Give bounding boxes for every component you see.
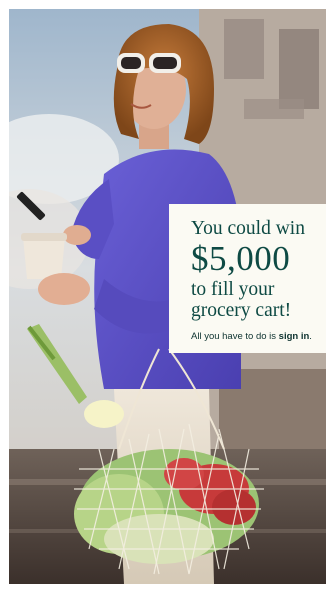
promo-text-panel: You could win $5,000 to fill your grocer… <box>169 204 326 353</box>
headline-line-1: You could win <box>191 218 305 239</box>
cta-prefix: All you have to do is <box>191 331 279 342</box>
promo-ad-banner[interactable]: You could win $5,000 to fill your grocer… <box>9 9 326 584</box>
cta-text: All you have to do is sign in. <box>191 331 317 343</box>
headline-line-3: grocery cart! <box>191 300 292 321</box>
prize-amount: $5,000 <box>191 239 291 278</box>
cta-suffix: . <box>309 331 312 342</box>
sign-in-link[interactable]: sign in <box>279 331 310 342</box>
headline-line-2: to fill your <box>191 279 275 300</box>
